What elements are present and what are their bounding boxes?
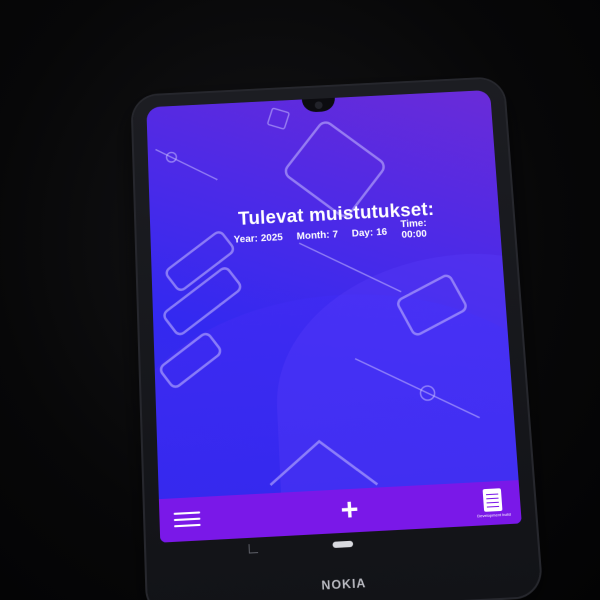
deco-line-lower	[355, 352, 480, 424]
deco-line-mid	[299, 238, 401, 297]
year-value: 2025	[260, 232, 284, 245]
add-reminder-button[interactable]: +	[340, 493, 360, 528]
month-label: Month:	[296, 229, 330, 243]
day-label: Day:	[351, 227, 374, 240]
menu-line	[174, 523, 201, 528]
doc-line	[486, 501, 500, 504]
doc-line	[487, 505, 500, 508]
month-value: 7	[332, 229, 339, 241]
deco-line-top	[156, 146, 218, 182]
menu-line	[173, 517, 201, 522]
doc-line	[486, 493, 499, 496]
deco-pill-3	[159, 332, 223, 389]
background-decoration	[146, 90, 521, 543]
time-field: Time: 00:00	[400, 218, 427, 241]
device-brand-logo: NOKIA	[321, 575, 367, 593]
deco-small-square	[267, 108, 289, 129]
home-pill-icon	[332, 540, 354, 549]
deco-pill-right	[396, 274, 468, 337]
year-field: Year: 2025	[234, 232, 284, 249]
time-value: 00:00	[401, 228, 428, 241]
document-icon	[482, 488, 503, 512]
day-value: 16	[375, 226, 388, 239]
phone-device: Tulevat muistutukset: Year: 2025 Month: …	[132, 78, 542, 600]
day-field: Day: 16	[352, 227, 388, 243]
phone-screen: Tulevat muistutukset: Year: 2025 Month: …	[146, 89, 522, 543]
menu-line	[173, 511, 201, 515]
development-build-label: Development build	[476, 511, 512, 519]
photo-scene: Tulevat muistutukset: Year: 2025 Month: …	[0, 0, 600, 600]
back-nav-icon	[248, 543, 259, 554]
doc-line	[486, 497, 499, 500]
hamburger-menu-icon[interactable]	[173, 508, 201, 530]
month-field: Month: 7	[296, 230, 338, 247]
deco-pill-2	[162, 266, 242, 336]
year-label: Year:	[233, 233, 259, 246]
development-build-button[interactable]: Development build	[475, 488, 512, 519]
deco-chevron-bottom	[269, 438, 378, 490]
